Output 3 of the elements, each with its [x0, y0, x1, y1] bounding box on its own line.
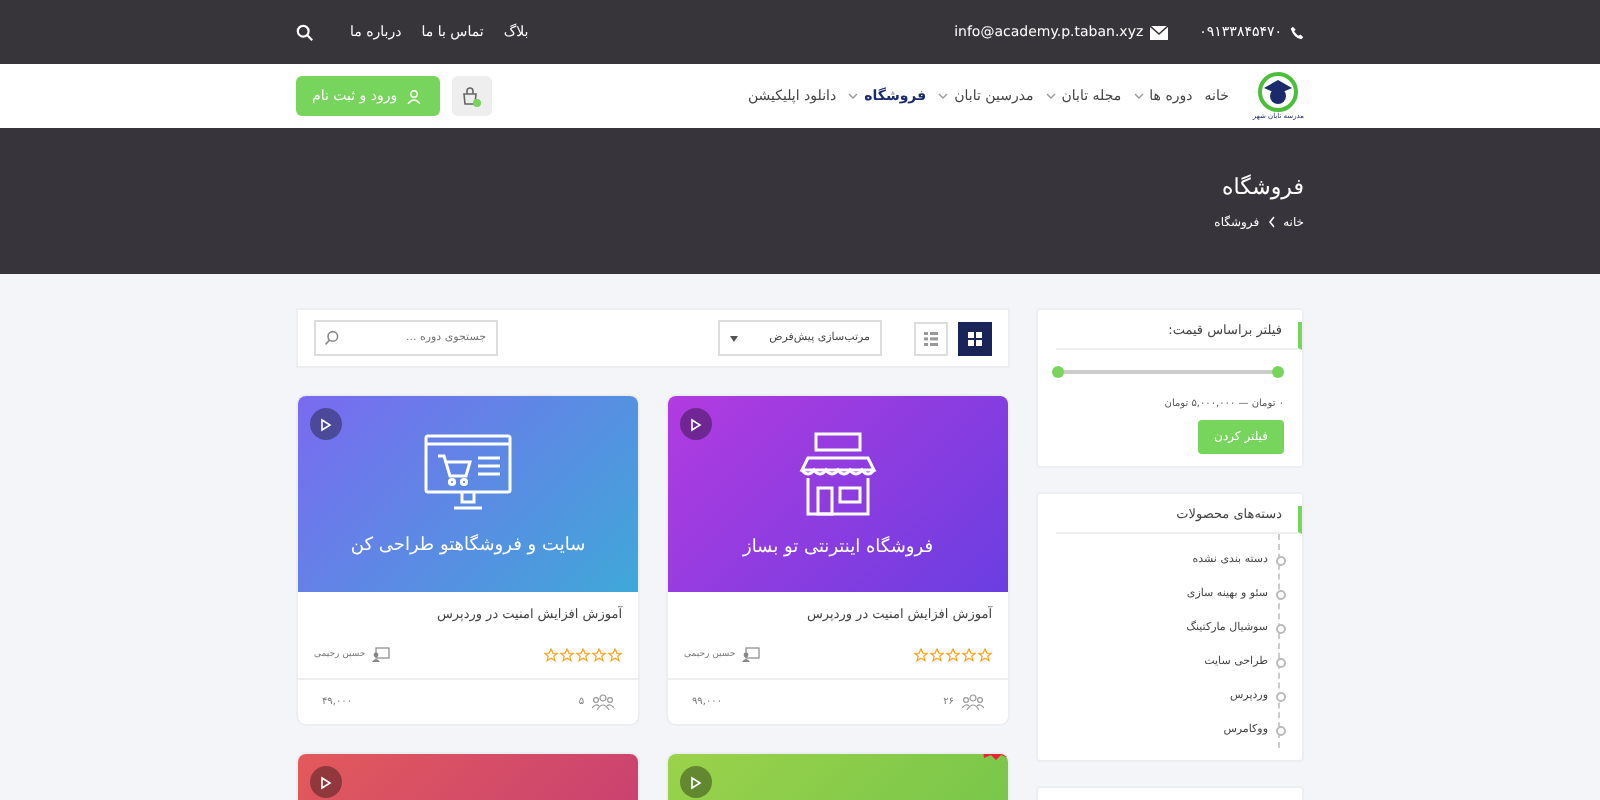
banner-text: فروشگاه اینترنتی تو بساز	[742, 538, 934, 558]
banner-text: سایت و فروشگاهتو طراحی کن	[350, 536, 586, 556]
page-title: فروشگاه	[1221, 173, 1304, 199]
